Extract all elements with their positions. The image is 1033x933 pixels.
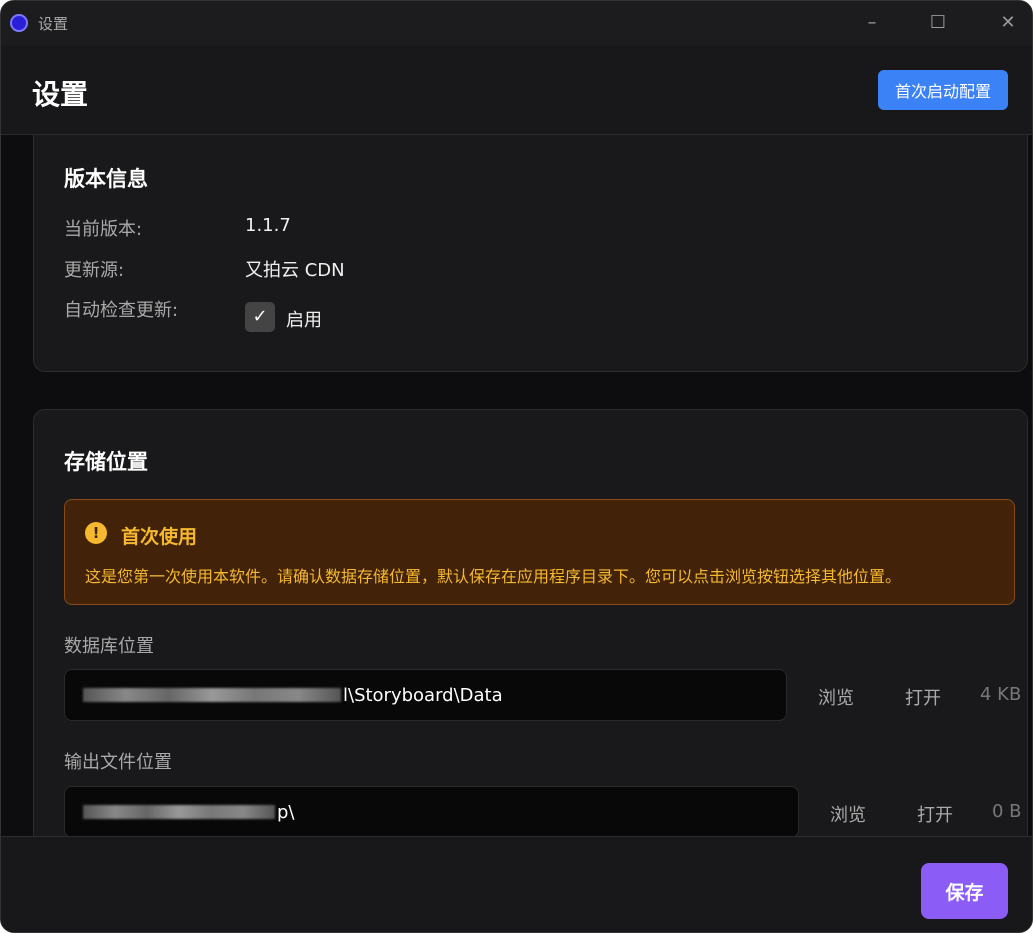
- database-path-input[interactable]: l\Storyboard\Data: [64, 669, 787, 721]
- alert-text: 这是您第一次使用本软件。请确认数据存储位置，默认保存在应用程序目录下。您可以点击…: [85, 567, 902, 586]
- warning-icon: !: [85, 522, 107, 544]
- update-source-label: 更新源:: [64, 260, 125, 281]
- page-header: 设置 首次启动配置: [1, 45, 1032, 135]
- update-source-value: 又拍云 CDN: [245, 260, 345, 281]
- version-title: 版本信息: [64, 167, 148, 191]
- current-version-label: 当前版本:: [64, 219, 143, 240]
- page-title: 设置: [32, 78, 89, 111]
- maximize-button[interactable]: ☐: [918, 9, 958, 37]
- output-path-input[interactable]: p\: [64, 786, 799, 838]
- close-button[interactable]: ✕: [988, 9, 1028, 37]
- checkmark-icon: ✓: [252, 306, 268, 327]
- footer: 保存: [1, 836, 1032, 932]
- auto-check-label: 自动检查更新:: [64, 300, 179, 321]
- current-version-value: 1.1.7: [245, 215, 291, 236]
- save-button[interactable]: 保存: [921, 863, 1008, 919]
- database-size: 4 KB: [980, 684, 1022, 705]
- title-bar: 设置 – ☐ ✕: [1, 1, 1032, 45]
- app-icon: [10, 14, 28, 32]
- output-label: 输出文件位置: [64, 752, 172, 773]
- version-card: 版本信息 当前版本: 1.1.7 更新源: 又拍云 CDN 自动检查更新: ✓ …: [33, 123, 1028, 372]
- database-browse-button[interactable]: 浏览: [818, 684, 854, 710]
- output-size: 0 B: [992, 801, 1022, 822]
- database-open-button[interactable]: 打开: [905, 684, 941, 710]
- auto-check-checkbox[interactable]: ✓: [245, 302, 275, 332]
- database-label: 数据库位置: [64, 636, 154, 657]
- auto-check-option[interactable]: 启用: [286, 306, 322, 332]
- database-path-text: l\Storyboard\Data: [343, 684, 503, 706]
- alert-title: 首次使用: [121, 526, 198, 548]
- window-title: 设置: [38, 14, 69, 33]
- first-launch-config-button[interactable]: 首次启动配置: [877, 70, 1008, 110]
- redacted-path: [83, 688, 341, 702]
- output-browse-button[interactable]: 浏览: [830, 801, 866, 827]
- settings-window: 设置 – ☐ ✕ 版本信息 当前版本: 1.1.7 更新源: 又拍云 CDN 自…: [0, 0, 1033, 933]
- output-path-text: p\: [277, 801, 295, 823]
- output-open-button[interactable]: 打开: [917, 801, 953, 827]
- redacted-path: [83, 805, 275, 819]
- storage-card: 存储位置 ! 首次使用 这是您第一次使用本软件。请确认数据存储位置，默认保存在应…: [33, 409, 1028, 869]
- minimize-button[interactable]: –: [852, 9, 892, 37]
- storage-title: 存储位置: [64, 450, 148, 474]
- first-use-alert: ! 首次使用 这是您第一次使用本软件。请确认数据存储位置，默认保存在应用程序目录…: [64, 499, 1015, 605]
